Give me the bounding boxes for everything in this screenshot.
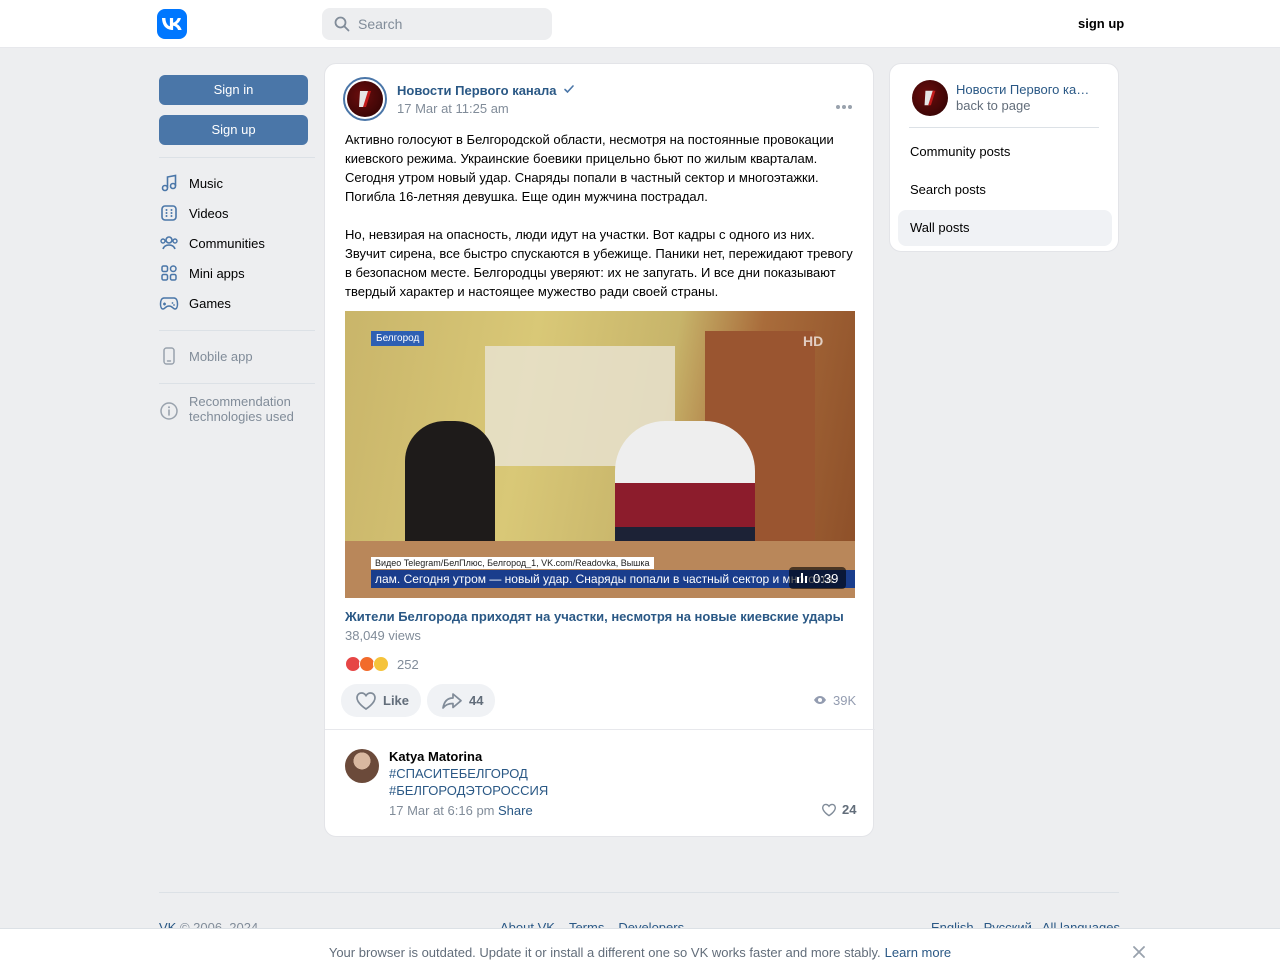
nav-divider [159,330,315,331]
info-icon [159,401,179,421]
share-count: 44 [469,693,484,708]
comment-like-count: 24 [842,802,857,817]
video-title[interactable]: Жители Белгорода приходят на участки, не… [345,609,844,624]
post-views: 39K [813,693,856,708]
nav-item-label: Games [189,295,231,311]
communities-icon [159,233,179,253]
video-source-caption: Видео Telegram/БелПлюс, Белгород_1, VK.c… [371,557,654,569]
footer-divider [159,892,1119,893]
community-name[interactable]: Новости Первого канала [956,82,1096,97]
sign-up-button[interactable]: Sign up [159,115,308,145]
video-location-tag: Белгород [371,331,425,346]
left-nav: Sign in Sign up Music Videos Communities… [159,75,315,424]
nav-item-mini-apps[interactable]: Mini apps [159,258,315,288]
heart-icon [821,803,837,817]
reactions-summary[interactable]: 252 [345,656,419,672]
crying-reaction-icon [373,656,389,672]
recommendation-label: Recommendation technologies used [189,394,294,424]
nav-item-games[interactable]: Games [159,288,315,318]
post-paragraph: Но, невзирая на опасность, люди идут на … [345,227,853,299]
nav-divider [159,383,315,384]
menu-search-posts[interactable]: Search posts [898,172,1112,208]
comment-share-link[interactable]: Share [498,803,533,818]
nav-item-music[interactable]: Music [159,168,315,198]
menu-wall-posts[interactable]: Wall posts [898,210,1112,246]
post-text: Активно голосуют в Белгородской области,… [345,130,857,301]
video-icon [159,203,179,223]
nav-item-label: Communities [189,235,265,251]
search-box[interactable] [322,8,552,40]
author-avatar[interactable] [343,77,387,121]
comment-hashtag[interactable]: #БЕЛГОРОДЭТОРОССИЯ [389,783,548,798]
comment-date[interactable]: 17 Mar at 6:16 pm [389,803,495,818]
post-paragraph: Активно голосуют в Белгородской области,… [345,132,834,204]
nav-item-label: Videos [189,205,229,221]
comments-divider [325,729,875,730]
outdated-browser-banner: Your browser is outdated. Update it or i… [0,928,1280,976]
outdated-text: Your browser is outdated. Update it or i… [328,945,881,960]
wall-post: Новости Первого канала 17 Mar at 11:25 a… [324,63,875,837]
channel-one-logo-icon [347,81,383,117]
more-options-icon[interactable] [835,98,853,113]
nav-item-communities[interactable]: Communities [159,228,315,258]
nav-divider [159,157,315,158]
nav-item-label: Mobile app [189,348,253,364]
share-button[interactable]: 44 [427,684,496,717]
nav-item-label: Music [189,175,223,191]
video-news-ticker: лам. Сегодня утром — новый удар. Снаряды… [371,570,855,588]
gamepad-icon [159,293,179,313]
back-to-page-link[interactable]: back to page [956,98,1030,113]
verified-icon [563,83,575,98]
recommendation-link[interactable]: Recommendation technologies used [159,394,315,424]
heart-icon [355,691,377,711]
comment-hashtag[interactable]: #СПАСИТЕБЕЛГОРОД [389,766,528,781]
nav-item-videos[interactable]: Videos [159,198,315,228]
video-duration-badge: 0:39 [789,567,847,589]
video-player[interactable]: Белгород HD Видео Telegram/БелПлюс, Белг… [345,311,855,598]
card-divider [909,127,1099,128]
views-count: 39K [833,693,857,708]
nav-item-mobile-app[interactable]: Mobile app [159,341,315,371]
comment-like-button[interactable]: 24 [821,802,856,817]
music-icon [159,173,179,193]
video-duration: 0:39 [813,570,839,586]
post-author[interactable]: Новости Первого канала [397,83,575,98]
menu-community-posts[interactable]: Community posts [898,134,1112,170]
share-icon [441,691,463,711]
signup-link[interactable]: sign up [1078,16,1124,31]
top-bar: sign up [0,0,1280,48]
like-button[interactable]: Like [341,684,422,717]
commenter-name[interactable]: Katya Matorina [389,749,482,764]
learn-more-link[interactable]: Learn more [885,945,951,960]
post-date[interactable]: 17 Mar at 11:25 am [397,101,509,116]
commenter-avatar[interactable] [345,749,379,783]
nav-item-label: Mini apps [189,265,245,281]
search-icon [334,16,350,32]
author-name[interactable]: Новости Первого канала [397,83,557,98]
phone-icon [159,346,179,366]
reactions-count: 252 [397,656,419,672]
video-hd-badge: HD [803,333,824,349]
community-avatar[interactable] [912,80,948,116]
search-input[interactable] [358,16,538,32]
equalizer-icon [797,571,807,586]
video-views: 38,049 views [345,628,421,643]
like-label: Like [383,693,410,708]
sign-in-button[interactable]: Sign in [159,75,308,105]
apps-icon [159,263,179,283]
eye-icon [813,693,827,708]
vk-logo-icon[interactable] [157,9,187,39]
community-card: Новости Первого канала back to page Comm… [889,63,1119,252]
close-icon[interactable] [1132,945,1146,962]
